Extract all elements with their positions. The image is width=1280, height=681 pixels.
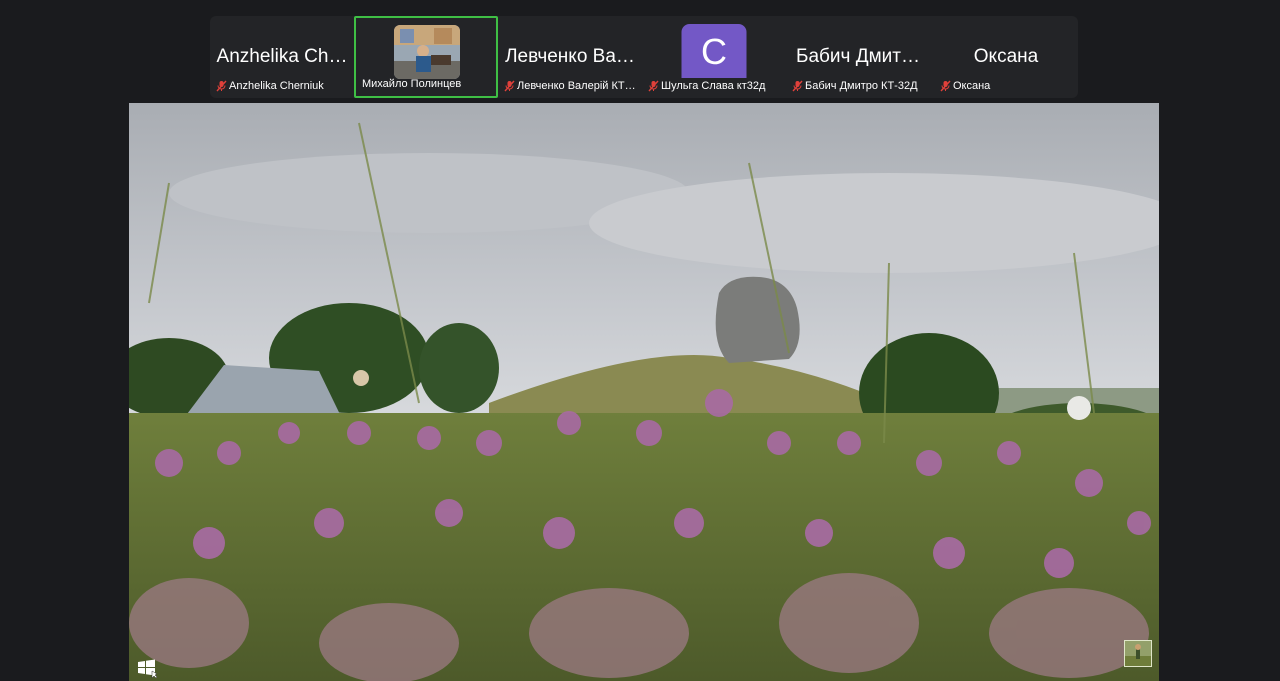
participant-name: Левченко Ва…: [505, 46, 635, 67]
participant-label-bar: Шульга Слава кт32д: [648, 79, 782, 93]
participant-tile-2-active-speaker[interactable]: Михайло Полинцев: [354, 16, 498, 98]
participant-label: Anzhelika Cherniuk: [229, 80, 324, 92]
participant-name: Anzhelika Ch…: [216, 46, 348, 67]
participant-label-bar: Михайло Полинцев: [362, 77, 492, 91]
meadow-landscape-image: [129, 103, 1159, 681]
participant-avatar: C: [681, 24, 747, 78]
participant-tile-1[interactable]: Anzhelika Ch… Anzhelika Cherniuk: [210, 16, 354, 98]
participant-name: Бабич Дмит…: [796, 46, 920, 67]
mic-muted-icon: [792, 80, 803, 92]
self-view-thumbnail[interactable]: [1124, 640, 1152, 667]
participant-label-bar: Оксана: [940, 79, 1074, 93]
mic-muted-icon: [648, 80, 659, 92]
participant-label-bar: Левченко Валерій КТ…: [504, 79, 638, 93]
participant-strip: Anzhelika Ch… Anzhelika Cherniuk Михайло…: [210, 16, 1078, 98]
windows-logo-icon[interactable]: [136, 658, 158, 678]
participant-label: Левченко Валерій КТ…: [517, 80, 636, 92]
shared-screen-photo: [129, 103, 1159, 681]
participant-label: Шульга Слава кт32д: [661, 80, 766, 92]
participant-label: Михайло Полинцев: [362, 78, 462, 90]
mic-muted-icon: [216, 80, 227, 92]
participant-tile-4[interactable]: C Шульга Слава кт32д: [642, 16, 786, 98]
participant-label-bar: Anzhelika Cherniuk: [216, 79, 350, 93]
participant-video-thumbnail: [394, 25, 460, 79]
participant-label: Бабич Дмитро КТ-32Д: [805, 80, 918, 92]
participant-tile-3[interactable]: Левченко Ва… Левченко Валерій КТ…: [498, 16, 642, 98]
participant-label: Оксана: [953, 80, 991, 92]
participant-name: Оксана: [973, 46, 1039, 67]
participant-label-bar: Бабич Дмитро КТ-32Д: [792, 79, 926, 93]
participant-tile-6[interactable]: Оксана Оксана: [934, 16, 1078, 98]
mic-muted-icon: [504, 80, 515, 92]
mic-muted-icon: [940, 80, 951, 92]
participant-tile-5[interactable]: Бабич Дмит… Бабич Дмитро КТ-32Д: [786, 16, 930, 98]
